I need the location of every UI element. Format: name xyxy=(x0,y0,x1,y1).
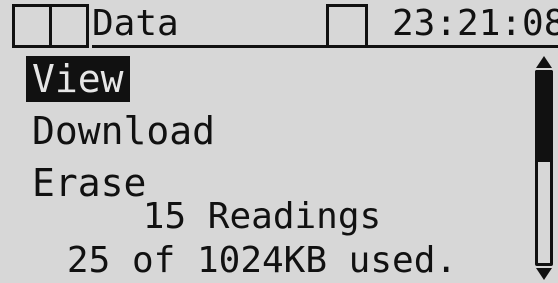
empty-box-icon xyxy=(326,4,368,48)
device-screen: Data 23:21:08 View Download Erase 15 Rea… xyxy=(0,0,558,283)
menu-item-download[interactable]: Download xyxy=(26,108,221,154)
status-header: Data 23:21:08 xyxy=(0,0,558,52)
scroll-up-arrow-icon[interactable] xyxy=(536,56,552,68)
header-divider xyxy=(92,45,558,48)
memory-usage: 25 of 1024KB used. xyxy=(66,240,458,281)
scroll-thumb[interactable] xyxy=(535,70,553,162)
empty-box-icon xyxy=(49,4,89,48)
menu-item-view[interactable]: View xyxy=(26,56,130,102)
scrollbar[interactable] xyxy=(534,56,554,280)
data-menu: View Download Erase xyxy=(26,56,221,212)
page-title: Data xyxy=(92,3,179,44)
scroll-down-arrow-icon[interactable] xyxy=(536,268,552,280)
clock-time: 23:21:08 xyxy=(392,3,558,44)
empty-box-icon xyxy=(12,4,52,48)
readings-count: 15 Readings xyxy=(142,196,382,237)
